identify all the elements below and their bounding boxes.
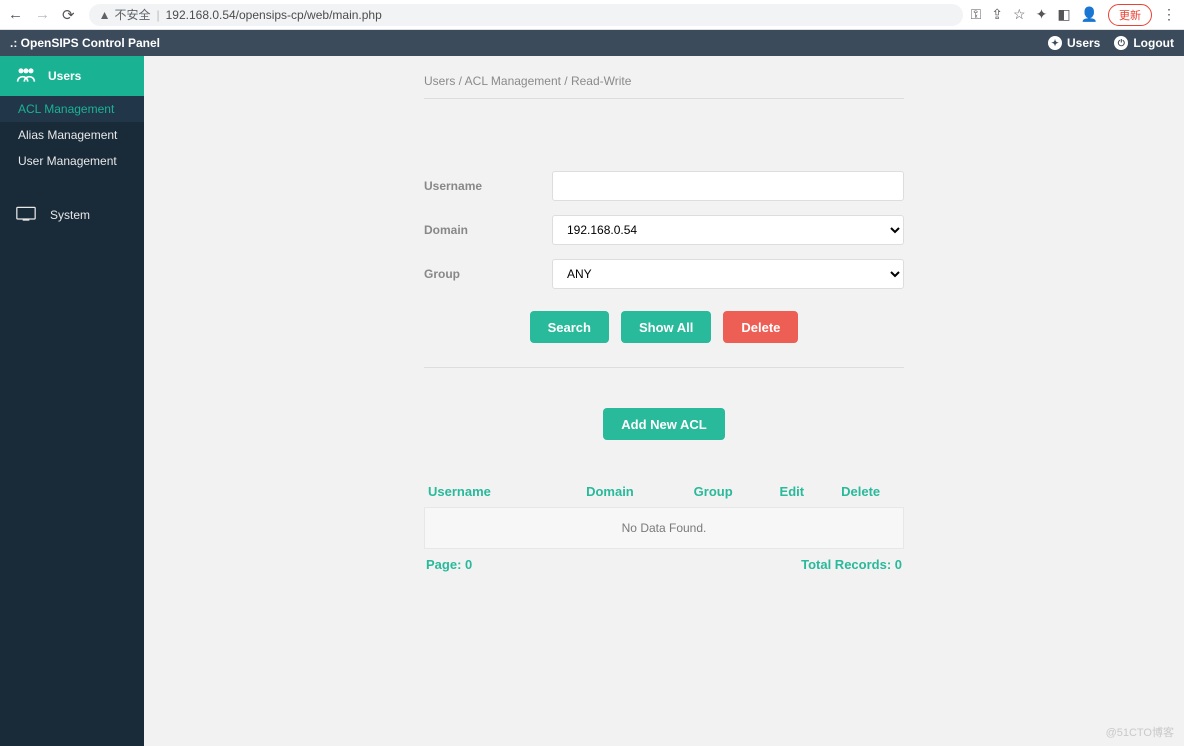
- group-select[interactable]: ANY: [552, 259, 904, 289]
- add-new-acl-button[interactable]: Add New ACL: [603, 408, 724, 440]
- separator: |: [156, 8, 159, 22]
- forward-icon[interactable]: →: [35, 6, 50, 23]
- domain-label: Domain: [424, 223, 552, 237]
- key-icon[interactable]: ⚿: [971, 6, 982, 23]
- menu-icon[interactable]: ⋮: [1162, 6, 1176, 23]
- header-logout-label: Logout: [1133, 36, 1174, 50]
- table-header-row: Username Domain Group Edit Delete: [424, 484, 904, 507]
- power-icon: ⏻: [1114, 36, 1128, 50]
- col-group: Group: [664, 484, 762, 499]
- star-icon[interactable]: ☆: [1013, 6, 1026, 23]
- breadcrumb: Users / ACL Management / Read-Write: [424, 74, 904, 99]
- table-empty-row: No Data Found.: [424, 507, 904, 549]
- page-label: Page: 0: [426, 557, 472, 572]
- app-header: .: OpenSIPS Control Panel ✦ Users ⏻ Logo…: [0, 30, 1184, 56]
- share-icon[interactable]: ⇪: [991, 6, 1003, 23]
- header-users-label: Users: [1067, 36, 1100, 50]
- sidebar: Users ACL Management Alias Management Us…: [0, 56, 144, 746]
- empty-message: No Data Found.: [622, 521, 707, 535]
- app-brand: .: OpenSIPS Control Panel: [10, 36, 160, 50]
- browser-chrome: ← → ⟳ ▲ 不安全 | 192.168.0.54/opensips-cp/w…: [0, 0, 1184, 30]
- col-username: Username: [428, 484, 556, 499]
- col-edit: Edit: [762, 484, 821, 499]
- extensions-icon[interactable]: ✦: [1036, 6, 1048, 23]
- col-domain: Domain: [556, 484, 664, 499]
- sidebar-head-users[interactable]: Users: [0, 56, 144, 96]
- results-table: Username Domain Group Edit Delete No Dat…: [424, 484, 904, 572]
- warning-icon: ▲: [99, 8, 111, 22]
- insecure-label: 不安全: [114, 6, 150, 23]
- system-icon: [16, 206, 36, 225]
- users-icon: [16, 66, 36, 87]
- search-button[interactable]: Search: [530, 311, 609, 343]
- profile-icon[interactable]: 👤: [1081, 6, 1098, 23]
- main-content: Users / ACL Management / Read-Write User…: [144, 56, 1184, 746]
- url-text: 192.168.0.54/opensips-cp/web/main.php: [166, 8, 382, 22]
- sidebar-users-label: Users: [48, 69, 81, 83]
- sidebar-head-system[interactable]: System: [0, 194, 144, 236]
- panel-icon[interactable]: ◧: [1057, 6, 1070, 23]
- username-label: Username: [424, 179, 552, 193]
- watermark: @51CTO博客: [1106, 724, 1174, 740]
- sidebar-system-label: System: [50, 208, 90, 222]
- delete-button[interactable]: Delete: [723, 311, 798, 343]
- header-logout-link[interactable]: ⏻ Logout: [1114, 36, 1174, 50]
- insecure-badge: ▲ 不安全: [99, 6, 151, 23]
- header-users-link[interactable]: ✦ Users: [1048, 36, 1100, 50]
- accessibility-icon: ✦: [1048, 36, 1062, 50]
- sidebar-item-alias-management[interactable]: Alias Management: [0, 122, 144, 148]
- show-all-button[interactable]: Show All: [621, 311, 711, 343]
- total-records-label: Total Records: 0: [801, 557, 902, 572]
- sidebar-item-acl-management[interactable]: ACL Management: [0, 96, 144, 122]
- col-delete: Delete: [821, 484, 900, 499]
- reload-icon[interactable]: ⟳: [62, 6, 75, 24]
- filter-form: Username Domain 192.168.0.54 Group ANY S…: [424, 171, 904, 484]
- address-bar[interactable]: ▲ 不安全 | 192.168.0.54/opensips-cp/web/mai…: [89, 4, 963, 26]
- back-icon[interactable]: ←: [8, 6, 23, 23]
- domain-select[interactable]: 192.168.0.54: [552, 215, 904, 245]
- username-input[interactable]: [552, 171, 904, 201]
- group-label: Group: [424, 267, 552, 281]
- sidebar-item-user-management[interactable]: User Management: [0, 148, 144, 174]
- update-button[interactable]: 更新: [1108, 4, 1152, 26]
